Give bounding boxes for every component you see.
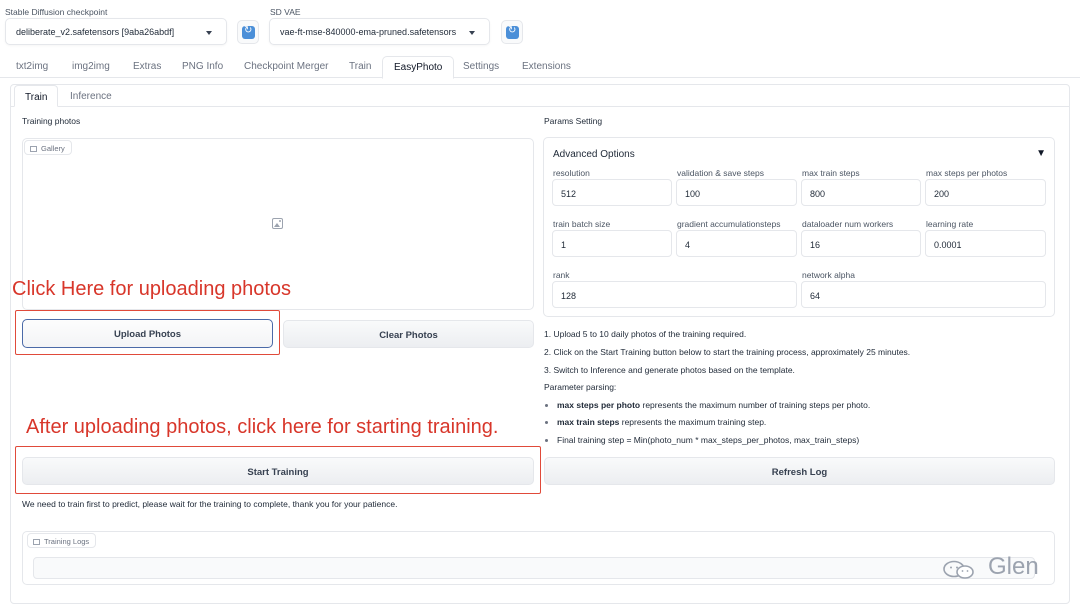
refresh-icon	[506, 25, 519, 39]
gradient-accumulation-steps-field[interactable]: 4	[676, 230, 797, 257]
checkpoint-dropdown[interactable]: deliberate_v2.safetensors [9aba26abdf]	[5, 18, 227, 45]
tab-img2img[interactable]: img2img	[72, 61, 110, 72]
param-label: network alpha	[802, 270, 855, 280]
param-label: gradient accumulationsteps	[677, 219, 781, 229]
param-label: rank	[553, 270, 570, 280]
wechat-icon	[943, 560, 974, 579]
instruction-step: 3. Switch to Inference and generate phot…	[544, 365, 795, 375]
instruction-step: 1. Upload 5 to 10 daily photos of the tr…	[544, 329, 747, 339]
param-label: resolution	[553, 168, 590, 178]
param-note: Final training step = Min(photo_num * ma…	[557, 435, 860, 445]
param-label: train batch size	[553, 219, 611, 229]
advanced-options-title[interactable]: Advanced Options	[553, 149, 635, 160]
bullet-dot	[545, 404, 548, 407]
bullet-dot	[545, 439, 548, 442]
subtabs-divider	[10, 106, 1070, 107]
vae-dropdown[interactable]: vae-ft-mse-840000-ema-pruned.safetensors	[269, 18, 490, 45]
training-logs-output[interactable]	[33, 557, 1035, 579]
parameter-parsing-title: Parameter parsing:	[544, 382, 617, 392]
main-tabs: txt2img img2img Extras PNG Info Checkpoi…	[0, 56, 1080, 79]
image-placeholder-icon	[272, 218, 283, 229]
param-note: max steps per photo represents the maxim…	[557, 400, 871, 410]
training-logs-box: Training Logs	[22, 531, 1055, 585]
vae-refresh-button[interactable]	[501, 20, 523, 44]
max-train-steps-field[interactable]: 800	[801, 179, 921, 206]
train-batch-size-field[interactable]: 1	[552, 230, 672, 257]
image-icon	[30, 146, 37, 152]
checkpoint-value: deliberate_v2.safetensors [9aba26abdf]	[16, 27, 175, 37]
training-photos-title: Training photos	[22, 116, 81, 126]
checkpoint-refresh-button[interactable]	[237, 20, 259, 44]
instruction-step: 2. Click on the Start Training button be…	[544, 347, 911, 357]
refresh-log-button[interactable]: Refresh Log	[544, 457, 1055, 485]
vae-label: SD VAE	[270, 7, 301, 17]
network-alpha-field[interactable]: 64	[801, 281, 1046, 308]
max-steps-per-photos-field[interactable]: 200	[925, 179, 1046, 206]
chevron-down-icon	[206, 31, 212, 35]
validation-save-steps-field[interactable]: 100	[676, 179, 797, 206]
bullet-dot	[545, 421, 548, 424]
log-icon	[33, 539, 40, 545]
param-label: max train steps	[802, 168, 860, 178]
dataloader-num-workers-field[interactable]: 16	[801, 230, 921, 257]
wait-note: We need to train first to predict, pleas…	[22, 499, 398, 509]
resolution-field[interactable]: 512	[552, 179, 672, 206]
param-label: validation & save steps	[677, 168, 764, 178]
upload-photos-button[interactable]: Upload Photos	[22, 319, 273, 348]
refresh-icon	[242, 25, 255, 39]
train-annotation: After uploading photos, click here for s…	[26, 416, 499, 438]
param-label: max steps per photos	[926, 168, 1008, 178]
chevron-down-icon	[469, 31, 475, 35]
training-logs-label: Training Logs	[27, 533, 97, 548]
vae-value: vae-ft-mse-840000-ema-pruned.safetensors	[280, 27, 457, 37]
tab-txt2img[interactable]: txt2img	[16, 61, 48, 72]
learning-rate-field[interactable]: 0.0001	[925, 230, 1046, 257]
subtab-inference[interactable]: Inference	[70, 91, 112, 102]
collapse-triangle-icon[interactable]: ▼	[1036, 148, 1046, 159]
gallery-label: Gallery	[24, 140, 72, 155]
upload-annotation: Click Here for uploading photos	[12, 278, 292, 300]
param-note: max train steps represents the maximum t…	[557, 417, 767, 427]
rank-field[interactable]: 128	[552, 281, 797, 308]
params-setting-title: Params Setting	[544, 116, 603, 126]
tab-train[interactable]: Train	[349, 61, 371, 72]
tab-settings[interactable]: Settings	[463, 61, 499, 72]
tab-extras[interactable]: Extras	[133, 61, 161, 72]
tab-checkpoint-merger[interactable]: Checkpoint Merger	[244, 61, 328, 72]
start-training-button[interactable]: Start Training	[22, 457, 534, 485]
param-label: learning rate	[926, 219, 974, 229]
clear-photos-button[interactable]: Clear Photos	[283, 320, 534, 348]
watermark-text: Glen	[988, 553, 1039, 580]
tab-extensions[interactable]: Extensions	[522, 61, 571, 72]
checkpoint-label: Stable Diffusion checkpoint	[5, 7, 108, 17]
tab-png-info[interactable]: PNG Info	[182, 61, 223, 72]
tab-easyphoto[interactable]: EasyPhoto	[382, 56, 455, 79]
param-label: dataloader num workers	[802, 219, 894, 229]
subtab-train[interactable]: Train	[14, 85, 59, 107]
